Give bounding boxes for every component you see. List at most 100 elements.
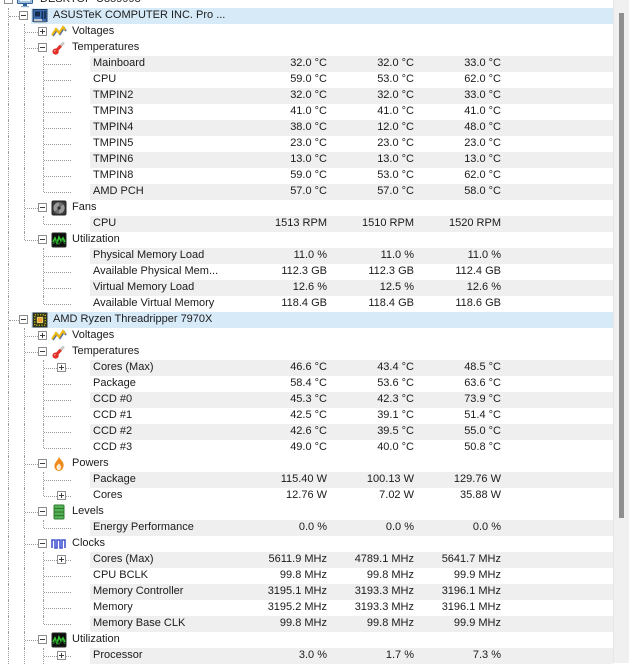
collapse-minus-icon[interactable] <box>38 43 47 52</box>
tree-row[interactable]: AMD Ryzen Threadripper 7970X <box>0 312 613 328</box>
tree-row[interactable]: Levels <box>0 504 613 520</box>
tree-row[interactable]: ASUSTeK COMPUTER INC. Pro ... <box>0 8 613 24</box>
tree-row[interactable]: TMPIN341.0 °C41.0 °C41.0 °C <box>0 104 613 120</box>
tree-row[interactable]: CCD #045.3 °C42.3 °C73.9 °C <box>0 392 613 408</box>
expand-plus-icon[interactable] <box>38 27 47 36</box>
tree-row[interactable]: CCD #349.0 °C40.0 °C50.8 °C <box>0 440 613 456</box>
collapse-minus-icon[interactable] <box>38 539 47 548</box>
tree-row[interactable]: Memory3195.2 MHz3193.3 MHz3196.1 MHz <box>0 600 613 616</box>
value-col-1: 1513 RPM <box>241 216 327 231</box>
tree-row[interactable]: TMPIN232.0 °C32.0 °C33.0 °C <box>0 88 613 104</box>
value-col-3: 99.9 MHz <box>415 568 501 583</box>
value-col-2: 12.0 °C <box>328 120 414 135</box>
value-col-2: 118.4 GB <box>328 296 414 311</box>
tree-row[interactable]: TMPIN613.0 °C13.0 °C13.0 °C <box>0 152 613 168</box>
tree-item-label: Voltages <box>72 24 114 39</box>
tree-guide-line <box>24 584 25 600</box>
tree-row[interactable]: CPU1513 RPM1510 RPM1520 RPM <box>0 216 613 232</box>
tree-elbow-stub <box>44 112 71 113</box>
tree-guide-line <box>8 120 9 136</box>
tree-row[interactable]: TMPIN859.0 °C53.0 °C62.0 °C <box>0 168 613 184</box>
tree-guide-line <box>24 376 25 392</box>
tree-item-label: CPU BCLK <box>93 568 148 583</box>
tree-row[interactable]: CCD #242.6 °C39.5 °C55.0 °C <box>0 424 613 440</box>
tree-row[interactable]: Fans <box>0 200 613 216</box>
collapse-minus-icon[interactable] <box>38 635 47 644</box>
value-col-1: 38.0 °C <box>241 120 327 135</box>
tree-guide-line <box>8 88 9 104</box>
collapse-minus-icon[interactable] <box>38 459 47 468</box>
tree-row[interactable]: Available Virtual Memory118.4 GB118.4 GB… <box>0 296 613 312</box>
value-col-2: 1510 RPM <box>328 216 414 231</box>
collapse-minus-icon[interactable] <box>38 203 47 212</box>
tree-row[interactable]: Package58.4 °C53.6 °C63.6 °C <box>0 376 613 392</box>
expand-plus-icon[interactable] <box>57 363 66 372</box>
tree-row[interactable]: AMD PCH57.0 °C57.0 °C58.0 °C <box>0 184 613 200</box>
tree-row[interactable]: DESKTOP-U859998 <box>0 0 613 8</box>
tree-row[interactable]: Mainboard32.0 °C32.0 °C33.0 °C <box>0 56 613 72</box>
tree-row[interactable]: Package115.40 W100.13 W129.76 W <box>0 472 613 488</box>
value-col-3: 58.0 °C <box>415 184 501 199</box>
tree-row[interactable]: Voltages <box>0 328 613 344</box>
tree-row[interactable]: Temperatures <box>0 344 613 360</box>
expand-plus-icon[interactable] <box>57 555 66 564</box>
tree-row[interactable]: Powers <box>0 456 613 472</box>
expand-plus-icon[interactable] <box>57 651 66 660</box>
expand-plus-icon[interactable] <box>38 331 47 340</box>
tree-elbow-stub <box>9 320 19 321</box>
tree-row[interactable]: CCD #142.5 °C39.1 °C51.4 °C <box>0 408 613 424</box>
tree-row[interactable]: TMPIN523.0 °C23.0 °C23.0 °C <box>0 136 613 152</box>
tree-row[interactable]: Clocks <box>0 536 613 552</box>
tree-elbow-line <box>43 440 44 448</box>
expand-plus-icon[interactable] <box>57 491 66 500</box>
tree-elbow-stub <box>44 80 71 81</box>
value-col-2: 23.0 °C <box>328 136 414 151</box>
voltage-icon <box>51 328 67 344</box>
value-col-3: 50.8 °C <box>415 440 501 455</box>
tree-row[interactable]: TMPIN438.0 °C12.0 °C48.0 °C <box>0 120 613 136</box>
tree-row[interactable]: Virtual Memory Load12.6 %12.5 %12.6 % <box>0 280 613 296</box>
tree-item-label: Mainboard <box>93 56 145 71</box>
collapse-minus-icon[interactable] <box>38 507 47 516</box>
tree-row[interactable]: Memory Controller3195.1 MHz3193.3 MHz319… <box>0 584 613 600</box>
tree-item-label: Available Physical Mem... <box>93 264 218 279</box>
tree-row[interactable]: Cores (Max)5611.9 MHz4789.1 MHz5641.7 MH… <box>0 552 613 568</box>
value-col-2: 99.8 MHz <box>328 568 414 583</box>
tree-row[interactable]: Cores (Max)46.6 °C43.4 °C48.5 °C <box>0 360 613 376</box>
collapse-minus-icon[interactable] <box>19 315 28 324</box>
tree-row[interactable]: CPU BCLK99.8 MHz99.8 MHz99.9 MHz <box>0 568 613 584</box>
tree-row[interactable]: Processor3.0 %1.7 %7.3 % <box>0 648 613 664</box>
tree-row[interactable]: Utilization <box>0 632 613 648</box>
tree-guide-line <box>24 408 25 424</box>
tree-row[interactable]: Temperatures <box>0 40 613 56</box>
tree-elbow-stub <box>44 96 71 97</box>
tree-row[interactable]: CPU59.0 °C53.0 °C62.0 °C <box>0 72 613 88</box>
scrollbar-thumb[interactable] <box>619 13 624 518</box>
collapse-minus-icon[interactable] <box>4 0 13 4</box>
tree-elbow-stub <box>25 352 38 353</box>
value-col-3: 11.0 % <box>415 248 501 263</box>
tree-item-label: Temperatures <box>72 344 139 359</box>
levels-icon <box>51 504 67 520</box>
tree-item-label: Temperatures <box>72 40 139 55</box>
tree-item-label: AMD PCH <box>93 184 144 199</box>
tree-row[interactable]: Physical Memory Load11.0 %11.0 %11.0 % <box>0 248 613 264</box>
tree-row[interactable]: Voltages <box>0 24 613 40</box>
tree-item-label: CCD #0 <box>93 392 132 407</box>
tree-elbow-stub <box>25 208 38 209</box>
tree-row[interactable]: Available Physical Mem...112.3 GB112.3 G… <box>0 264 613 280</box>
collapse-minus-icon[interactable] <box>38 347 47 356</box>
value-col-1: 41.0 °C <box>241 104 327 119</box>
tree-row[interactable]: Energy Performance0.0 %0.0 %0.0 % <box>0 520 613 536</box>
tree-elbow-stub <box>25 336 38 337</box>
tree-row[interactable]: Cores12.76 W7.02 W35.88 W <box>0 488 613 504</box>
scrollbar[interactable] <box>613 0 629 663</box>
collapse-minus-icon[interactable] <box>38 235 47 244</box>
tree-item-label: TMPIN2 <box>93 88 133 103</box>
tree-item-label: AMD Ryzen Threadripper 7970X <box>53 312 212 327</box>
tree-elbow-stub <box>25 464 38 465</box>
collapse-minus-icon[interactable] <box>19 11 28 20</box>
tree-row[interactable]: Utilization <box>0 232 613 248</box>
tree-item-label: TMPIN4 <box>93 120 133 135</box>
tree-row[interactable]: Memory Base CLK99.8 MHz99.8 MHz99.9 MHz <box>0 616 613 632</box>
